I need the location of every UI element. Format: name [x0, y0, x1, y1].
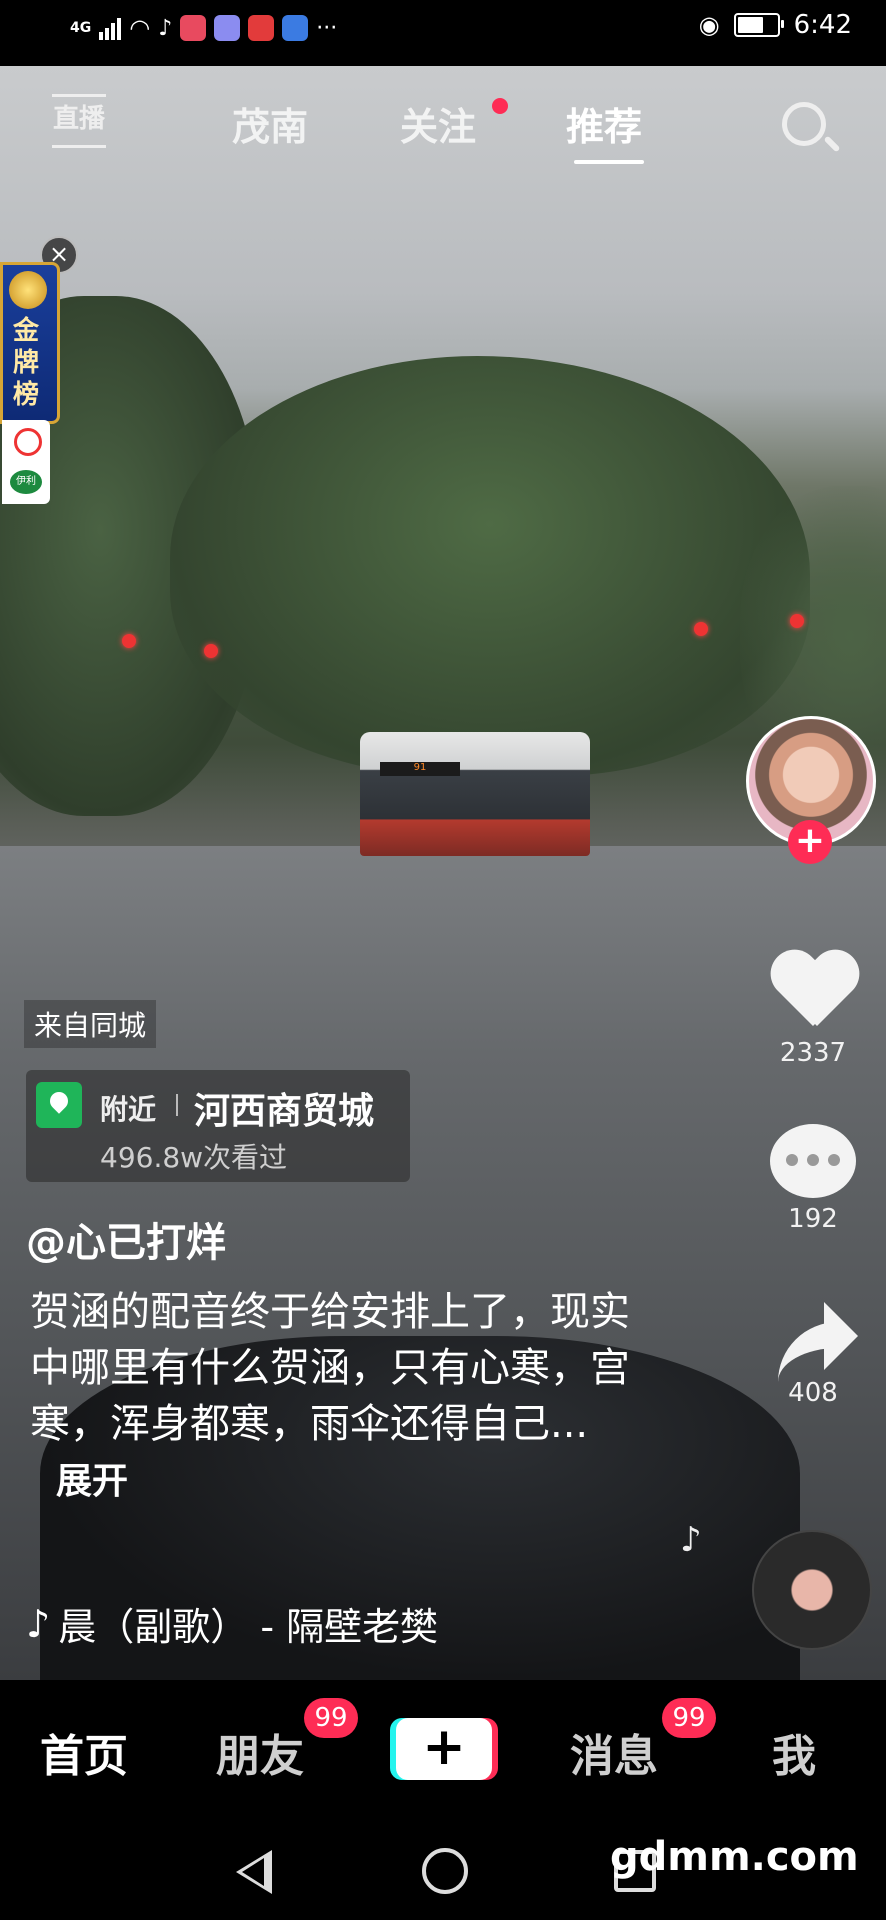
network-type: 4G: [70, 20, 92, 36]
huawei-app-icon: [248, 15, 275, 41]
following-notification-dot: [492, 98, 508, 114]
music-app-icon: [214, 15, 241, 41]
like-count: 2337: [779, 1038, 847, 1068]
music-disc-button[interactable]: [752, 1530, 872, 1650]
back-icon[interactable]: [236, 1850, 272, 1894]
comment-count: 192: [788, 1204, 838, 1234]
expand-button[interactable]: 展开: [56, 1461, 128, 1502]
traffic-light: [790, 614, 804, 628]
from-city-tag: 来自同城: [24, 1000, 157, 1048]
home-icon[interactable]: [422, 1848, 468, 1894]
gold-medal-badge[interactable]: 金牌榜: [0, 262, 60, 424]
app-notification-icon: [180, 15, 207, 41]
follow-button[interactable]: +: [788, 820, 832, 864]
eye-comfort-icon: ◉: [698, 11, 720, 39]
tiktok-app-icon: ♪: [158, 15, 173, 41]
description-text: 贺涵的配音终于给安排上了，现实中哪里有什么贺涵，只有心寒，宫寒，浑身都寒，雨伞还…: [30, 1289, 630, 1447]
video-description[interactable]: 贺涵的配音终于给安排上了，现实中哪里有什么贺涵，只有心寒，宫寒，浑身都寒，雨伞还…: [30, 1284, 630, 1510]
live-button[interactable]: 直播: [52, 94, 106, 148]
active-tab-indicator: [574, 160, 644, 164]
signal-icon: [99, 16, 122, 40]
share-action[interactable]: 408: [758, 1298, 868, 1408]
messages-badge: 99: [662, 1698, 716, 1738]
traffic-light: [122, 634, 136, 648]
status-right: ◉ 6:42: [699, 10, 852, 40]
yili-logo-icon: 伊利: [10, 470, 42, 494]
nav-friends[interactable]: 朋友: [216, 1720, 304, 1784]
status-bar: 4G ◠ ♪ ··· ◉ 6:42: [0, 0, 886, 66]
watermark: gdmm.com: [610, 1834, 859, 1880]
author-name[interactable]: @心已打烊: [26, 1210, 226, 1268]
nav-home[interactable]: 首页: [40, 1720, 128, 1784]
traffic-light: [694, 622, 708, 636]
comment-action[interactable]: 192: [758, 1124, 868, 1234]
location-divider: [176, 1094, 178, 1116]
location-pin-icon: [36, 1082, 82, 1128]
search-icon[interactable]: [782, 102, 826, 146]
music-note-icon: ♪: [26, 1601, 51, 1646]
music-info[interactable]: ♪ 晨（副歌） - 隔壁老樊: [26, 1596, 438, 1651]
friends-badge: 99: [304, 1698, 358, 1738]
status-left: 4G ◠ ♪ ···: [70, 14, 337, 42]
nav-me[interactable]: 我: [772, 1720, 816, 1784]
traffic-light: [204, 644, 218, 658]
location-prefix: 附近: [100, 1093, 157, 1126]
author-avatar-group[interactable]: +: [746, 716, 876, 864]
gold-badge-label: 金牌榜: [13, 316, 40, 410]
location-card[interactable]: 附近 河西商贸城 496.8w次看过: [26, 1070, 410, 1182]
browser-app-icon: [282, 15, 309, 41]
location-name: 河西商贸城: [194, 1091, 375, 1132]
more-notifications-icon: ···: [316, 15, 338, 41]
create-button[interactable]: +: [396, 1718, 492, 1780]
top-nav: 直播 茂南 关注 推荐: [0, 86, 886, 164]
medal-icon: [9, 271, 47, 309]
nav-messages[interactable]: 消息: [570, 1720, 658, 1784]
bottom-nav: 首页 朋友 99 + 消息 99 我: [0, 1680, 886, 1820]
tab-following[interactable]: 关注: [400, 96, 476, 151]
create-plus-icon: +: [422, 1717, 466, 1777]
battery-icon: [733, 13, 784, 37]
share-count: 408: [788, 1378, 838, 1408]
bus: 91: [360, 732, 590, 856]
sponsor-logos[interactable]: 伊利: [2, 420, 50, 504]
tab-recommended[interactable]: 推荐: [566, 96, 642, 151]
system-nav-bar: gdmm.com: [0, 1820, 886, 1920]
wifi-icon: ◠: [129, 14, 151, 42]
clock: 6:42: [793, 10, 852, 40]
comment-icon[interactable]: [770, 1124, 856, 1198]
heart-icon[interactable]: [769, 952, 857, 1032]
share-icon[interactable]: [768, 1298, 858, 1372]
video-scene-tree: [170, 356, 810, 776]
location-views: 496.8w次看过: [100, 1141, 288, 1174]
music-title: 晨（副歌） - 隔壁老樊: [58, 1605, 439, 1649]
olympic-logo-icon: [14, 428, 42, 456]
tab-local[interactable]: 茂南: [232, 96, 308, 151]
like-action[interactable]: 2337: [758, 952, 868, 1068]
bus-sign: 91: [380, 762, 460, 776]
music-note-icon: ♪: [680, 1520, 702, 1560]
